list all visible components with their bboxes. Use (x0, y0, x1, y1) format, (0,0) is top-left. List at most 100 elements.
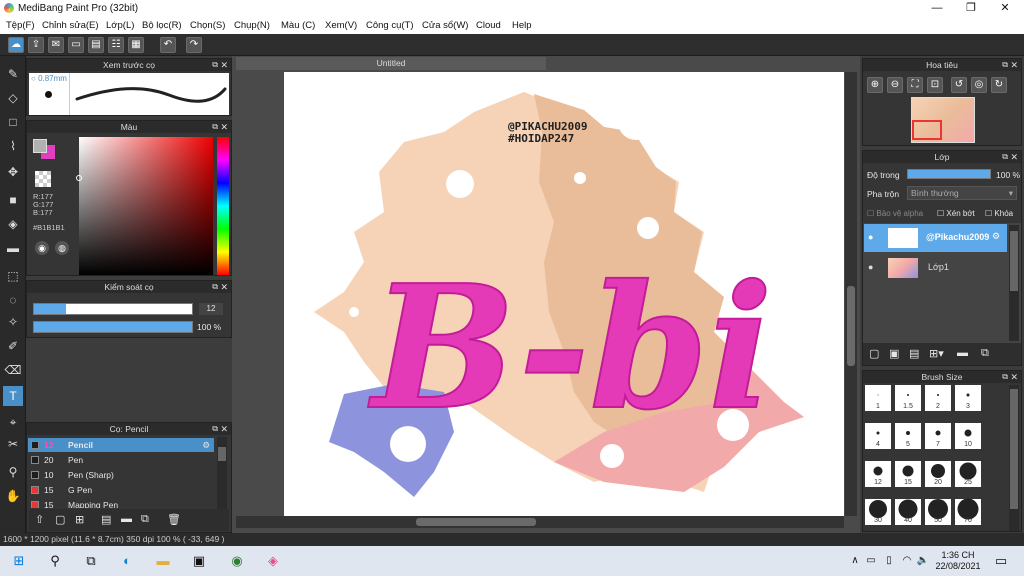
cloud-brush-icon[interactable]: ⇧ (35, 513, 44, 526)
dock-icon[interactable]: ⧉ (212, 121, 218, 133)
network-icon[interactable]: ▭ (862, 552, 880, 570)
select-rect-tool-icon[interactable]: ⬚ (3, 266, 23, 286)
rotate-reset-icon[interactable]: ◎ (971, 77, 987, 93)
eye-icon[interactable]: ● (868, 262, 873, 272)
brush-item-mapping-pen[interactable]: 15 Mapping Pen (28, 498, 214, 508)
brush-item-pen-sharp[interactable]: 10 Pen (Sharp) (28, 468, 214, 482)
drawing-canvas[interactable]: @PIKACHU2009 #HOIDAP247 B-bi (284, 72, 844, 516)
new-layer-icon[interactable]: ▢ (869, 347, 879, 360)
close-icon[interactable]: ✕ (1010, 371, 1018, 383)
menu-edit[interactable]: Chỉnh sửa(E) (42, 20, 99, 31)
hue-slider[interactable] (217, 137, 229, 275)
undo-icon[interactable]: ↶ (160, 37, 176, 53)
brush-size-option[interactable]: 5 (895, 423, 921, 449)
scroll-thumb[interactable] (847, 286, 855, 366)
menu-select[interactable]: Chọn(S) (190, 20, 225, 31)
brush-size-option[interactable]: 1 (865, 385, 891, 411)
close-icon[interactable]: ✕ (220, 423, 228, 435)
close-icon[interactable]: ✕ (1010, 59, 1018, 71)
dock-icon[interactable]: ⧉ (212, 59, 218, 71)
brush-size-option[interactable]: 2 (925, 385, 951, 411)
palette-icon[interactable]: ◉ (35, 241, 49, 255)
layer-opacity-slider[interactable] (907, 169, 991, 179)
document-tab[interactable]: Untitled (236, 57, 546, 70)
rotate-left-icon[interactable]: ↺ (951, 77, 967, 93)
select-pen-tool-icon[interactable]: ✐ (3, 336, 23, 356)
zoom-in-icon[interactable]: ⊕ (867, 77, 883, 93)
scroll-thumb[interactable] (218, 447, 226, 461)
battery-icon[interactable]: ▯ (880, 552, 898, 570)
bucket-tool-icon[interactable]: ◈ (3, 214, 23, 234)
delete-icon[interactable]: 🗑 (167, 513, 181, 526)
scroll-thumb[interactable] (1010, 389, 1018, 509)
brush-size-option[interactable]: 40 (895, 499, 921, 525)
brush-size-slider[interactable] (33, 303, 193, 315)
new-layer-8bit-icon[interactable]: ▣ (889, 347, 899, 360)
upload-icon[interactable]: ⇪ (28, 37, 44, 53)
magic-wand-tool-icon[interactable]: ✧ (3, 312, 23, 332)
redo-icon[interactable]: ↷ (186, 37, 202, 53)
new-brush-icon[interactable]: ▢ (55, 513, 65, 526)
lock-checkbox[interactable]: ☐ Khóa (985, 209, 1013, 218)
viewport-indicator[interactable] (912, 120, 942, 140)
chrome-icon[interactable]: ◉ (228, 552, 246, 570)
brush-size-option[interactable]: 50 (925, 499, 951, 525)
duplicate-icon[interactable]: ⧉ (141, 513, 149, 526)
menu-filter[interactable]: Bộ lọc(R) (142, 20, 182, 31)
dot-tool-icon[interactable]: ⌇ (3, 136, 23, 156)
menu-view[interactable]: Xem(V) (325, 20, 357, 31)
gear-icon[interactable]: ⚙ (202, 438, 210, 452)
protect-alpha-checkbox[interactable]: ☐ Bảo vệ alpha (867, 209, 923, 218)
dock-icon[interactable]: ⧉ (1002, 59, 1008, 71)
saturation-value-picker[interactable] (79, 137, 213, 275)
fit-icon[interactable]: ⛶ (907, 77, 923, 93)
layer-item-layer1[interactable]: ● Lớp1 (864, 254, 1007, 282)
brush-size-option[interactable]: 12 (865, 461, 891, 487)
layer-folder-icon[interactable]: ▬ (957, 347, 968, 359)
chat-icon[interactable]: ▭ (68, 37, 84, 53)
medibang-icon[interactable]: ◈ (264, 552, 282, 570)
menu-cloud[interactable]: Cloud (476, 20, 501, 31)
gear-icon[interactable]: ⚙ (992, 231, 1000, 242)
grid-icon[interactable]: ▦ (128, 37, 144, 53)
brush-settings-icon[interactable]: ▤ (101, 513, 111, 526)
brush-size-value[interactable]: 12 (199, 303, 223, 315)
brush-size-option[interactable]: 20 (925, 461, 951, 487)
menu-layer[interactable]: Lớp(L) (106, 20, 134, 31)
brush-size-scrollbar[interactable] (1009, 385, 1019, 531)
dock-icon[interactable]: ⧉ (212, 423, 218, 435)
fill-rect-tool-icon[interactable]: ■ (3, 190, 23, 210)
brush-size-option[interactable]: 25 (955, 461, 981, 487)
brush-opacity-slider[interactable] (33, 321, 193, 333)
color-wheel-icon[interactable]: ◍ (55, 241, 69, 255)
close-button[interactable]: ✕ (988, 0, 1022, 17)
minimize-button[interactable]: — (920, 0, 954, 17)
menu-color[interactable]: Màu (C) (281, 20, 315, 31)
layer-list-scrollbar[interactable] (1009, 225, 1019, 341)
task-view-icon[interactable]: ⧉ (82, 552, 100, 570)
rotate-right-icon[interactable]: ↻ (991, 77, 1007, 93)
cloud-icon[interactable]: ☁ (8, 37, 24, 53)
brush-size-option[interactable]: 4 (865, 423, 891, 449)
divide-tool-icon[interactable]: ✂ (3, 434, 23, 454)
picker-cursor[interactable] (76, 175, 82, 181)
add-brush-icon[interactable]: ⊞ (75, 513, 84, 526)
brush-size-option[interactable]: 7 (925, 423, 951, 449)
horizontal-scrollbar[interactable] (236, 516, 844, 528)
store-icon[interactable]: ▣ (190, 552, 208, 570)
brush-size-option[interactable]: 30 (865, 499, 891, 525)
document-icon[interactable]: ▤ (88, 37, 104, 53)
rectangle-tool-icon[interactable]: □ (3, 112, 23, 132)
transparent-color-swatch[interactable] (35, 171, 51, 187)
actual-size-icon[interactable]: ⊡ (927, 77, 943, 93)
search-icon[interactable]: ⚲ (46, 552, 64, 570)
menu-help[interactable]: Help (512, 20, 532, 31)
clock[interactable]: 1:36 CH 22/08/2021 (934, 550, 982, 572)
brush-item-g-pen[interactable]: 15 G Pen (28, 483, 214, 497)
eraser-tool-icon[interactable]: ◇ (3, 88, 23, 108)
close-icon[interactable]: ✕ (220, 121, 228, 133)
layer-item-text[interactable]: ● @Pikachu2009 ⚙ (864, 224, 1007, 252)
duplicate-layer-icon[interactable]: ⧉ (981, 347, 989, 360)
brush-item-pencil[interactable]: 12 Pencil ⚙ (28, 438, 214, 452)
menu-window[interactable]: Cửa sổ(W) (422, 20, 468, 31)
